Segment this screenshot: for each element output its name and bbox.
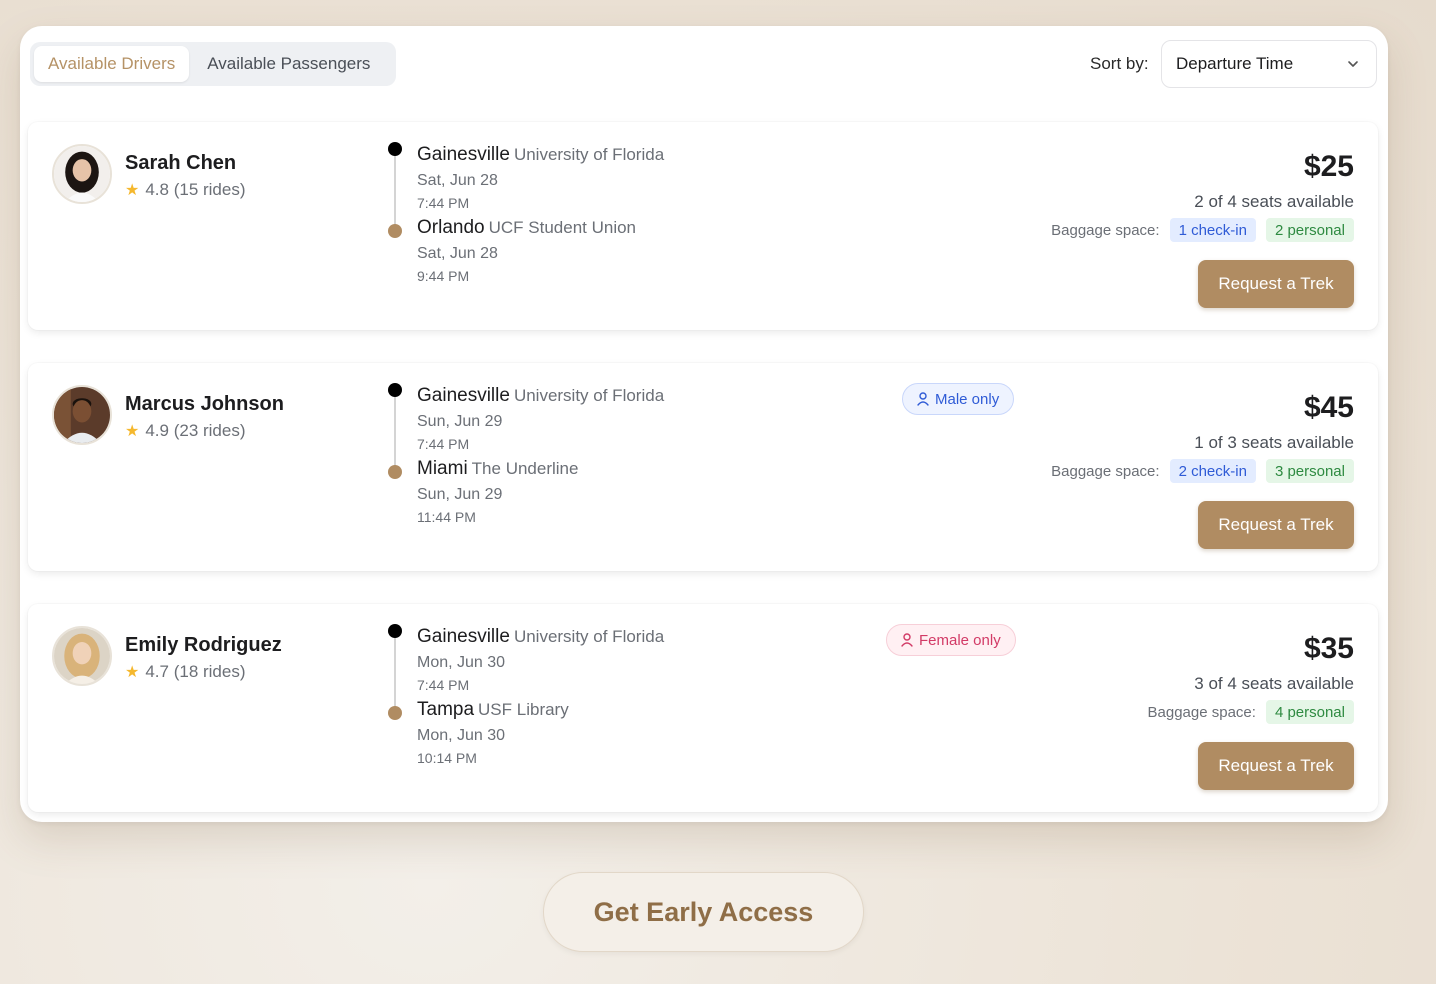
origin-date: Sat, Jun 28 xyxy=(417,172,498,189)
destination-date: Sat, Jun 28 xyxy=(417,245,498,262)
destination-date: Mon, Jun 30 xyxy=(417,727,506,744)
star-icon: ★ xyxy=(125,423,140,440)
route-line xyxy=(394,630,396,714)
baggage-space: Baggage space: 1 check-in 2 personal xyxy=(1051,218,1354,242)
tab-available-drivers[interactable]: Available Drivers xyxy=(34,46,190,82)
destination-place: The Underline xyxy=(471,459,579,478)
ride-card: Sarah Chen ★ 4.8 (15 rides) Gainesville U… xyxy=(28,122,1378,330)
destination-city: Tampa USF Library xyxy=(417,699,569,720)
driver-photo xyxy=(54,628,110,684)
driver-rating: ★ 4.8 (15 rides) xyxy=(125,180,246,200)
ride-price: $25 xyxy=(1303,150,1354,183)
avatar xyxy=(52,385,112,445)
driver-rating: ★ 4.9 (23 rides) xyxy=(125,421,246,441)
destination-city: Miami The Underline xyxy=(417,458,579,479)
destination-time: 11:44 PM xyxy=(417,509,476,525)
origin-dot xyxy=(388,624,402,638)
person-icon xyxy=(917,392,929,406)
avatar xyxy=(52,144,112,204)
origin-dot xyxy=(388,142,402,156)
origin-city: Gainesville University of Florida xyxy=(417,144,665,165)
seats-available: 3 of 4 seats available xyxy=(1194,674,1354,693)
ride-card: Emily Rodriguez ★ 4.7 (18 rides) Gainesv… xyxy=(28,604,1378,812)
personal-badge: 4 personal xyxy=(1265,700,1354,724)
request-trek-button[interactable]: Request a Trek xyxy=(1198,742,1354,790)
tab-available-passengers[interactable]: Available Passengers xyxy=(193,46,384,82)
sort-select[interactable]: Departure Time xyxy=(1161,40,1377,88)
origin-city: Gainesville University of Florida xyxy=(417,385,665,406)
rating-text: 4.7 (18 rides) xyxy=(145,662,246,681)
baggage-label: Baggage space: xyxy=(1051,221,1160,239)
baggage-space: Baggage space: 2 check-in 3 personal xyxy=(1051,459,1354,483)
origin-dot xyxy=(388,383,402,397)
route-line xyxy=(394,148,396,232)
origin-time: 7:44 PM xyxy=(417,195,470,211)
origin-time: 7:44 PM xyxy=(417,436,470,452)
driver-name: Marcus Johnson xyxy=(125,393,284,415)
destination-place: USF Library xyxy=(478,700,569,719)
checkin-badge: 2 check-in xyxy=(1169,459,1256,483)
rating-text: 4.8 (15 rides) xyxy=(145,180,246,199)
seats-available: 1 of 3 seats available xyxy=(1194,433,1354,452)
rating-text: 4.9 (23 rides) xyxy=(145,421,246,440)
destination-dot xyxy=(388,224,402,238)
route-line xyxy=(394,389,396,473)
ride-price: $35 xyxy=(1303,632,1354,665)
gender-label: Male only xyxy=(935,390,1000,408)
destination-dot xyxy=(388,465,402,479)
star-icon: ★ xyxy=(125,182,140,199)
baggage-label: Baggage space: xyxy=(1051,462,1160,480)
destination-city: Orlando UCF Student Union xyxy=(417,217,637,238)
personal-badge: 3 personal xyxy=(1265,459,1354,483)
ride-list-panel: Available Drivers Available Passengers S… xyxy=(20,26,1388,822)
avatar xyxy=(52,626,112,686)
driver-photo xyxy=(54,146,110,202)
sort-label: Sort by: xyxy=(1090,54,1149,73)
origin-date: Sun, Jun 29 xyxy=(417,413,503,430)
destination-time: 9:44 PM xyxy=(417,268,470,284)
gender-badge-female: Female only xyxy=(886,624,1016,656)
origin-place: University of Florida xyxy=(513,627,665,646)
ride-card: Marcus Johnson ★ 4.9 (23 rides) Gainesvi… xyxy=(28,363,1378,571)
driver-rating: ★ 4.7 (18 rides) xyxy=(125,662,246,682)
personal-badge: 2 personal xyxy=(1265,218,1354,242)
origin-date: Mon, Jun 30 xyxy=(417,654,506,671)
request-trek-button[interactable]: Request a Trek xyxy=(1198,260,1354,308)
gender-label: Female only xyxy=(919,631,1001,649)
baggage-space: Baggage space: 4 personal xyxy=(1148,700,1354,724)
driver-name: Sarah Chen xyxy=(125,152,237,174)
request-trek-button[interactable]: Request a Trek xyxy=(1198,501,1354,549)
driver-name: Emily Rodriguez xyxy=(125,634,282,656)
gender-badge-male: Male only xyxy=(902,383,1015,415)
origin-city: Gainesville University of Florida xyxy=(417,626,665,647)
ride-price: $45 xyxy=(1303,391,1354,424)
driver-photo xyxy=(54,387,110,443)
seats-available: 2 of 4 seats available xyxy=(1194,192,1354,211)
chevron-down-icon xyxy=(1348,61,1358,67)
person-icon xyxy=(901,633,913,647)
origin-place: University of Florida xyxy=(513,145,665,164)
destination-dot xyxy=(388,706,402,720)
baggage-label: Baggage space: xyxy=(1147,703,1256,721)
tab-bar: Available Drivers Available Passengers xyxy=(30,42,396,86)
checkin-badge: 1 check-in xyxy=(1169,218,1256,242)
origin-place: University of Florida xyxy=(513,386,665,405)
destination-date: Sun, Jun 29 xyxy=(417,486,503,503)
destination-time: 10:14 PM xyxy=(417,750,477,766)
get-early-access-button[interactable]: Get Early Access xyxy=(543,872,864,952)
star-icon: ★ xyxy=(125,664,140,681)
sort-value: Departure Time xyxy=(1176,54,1294,73)
origin-time: 7:44 PM xyxy=(417,677,470,693)
destination-place: UCF Student Union xyxy=(488,218,637,237)
